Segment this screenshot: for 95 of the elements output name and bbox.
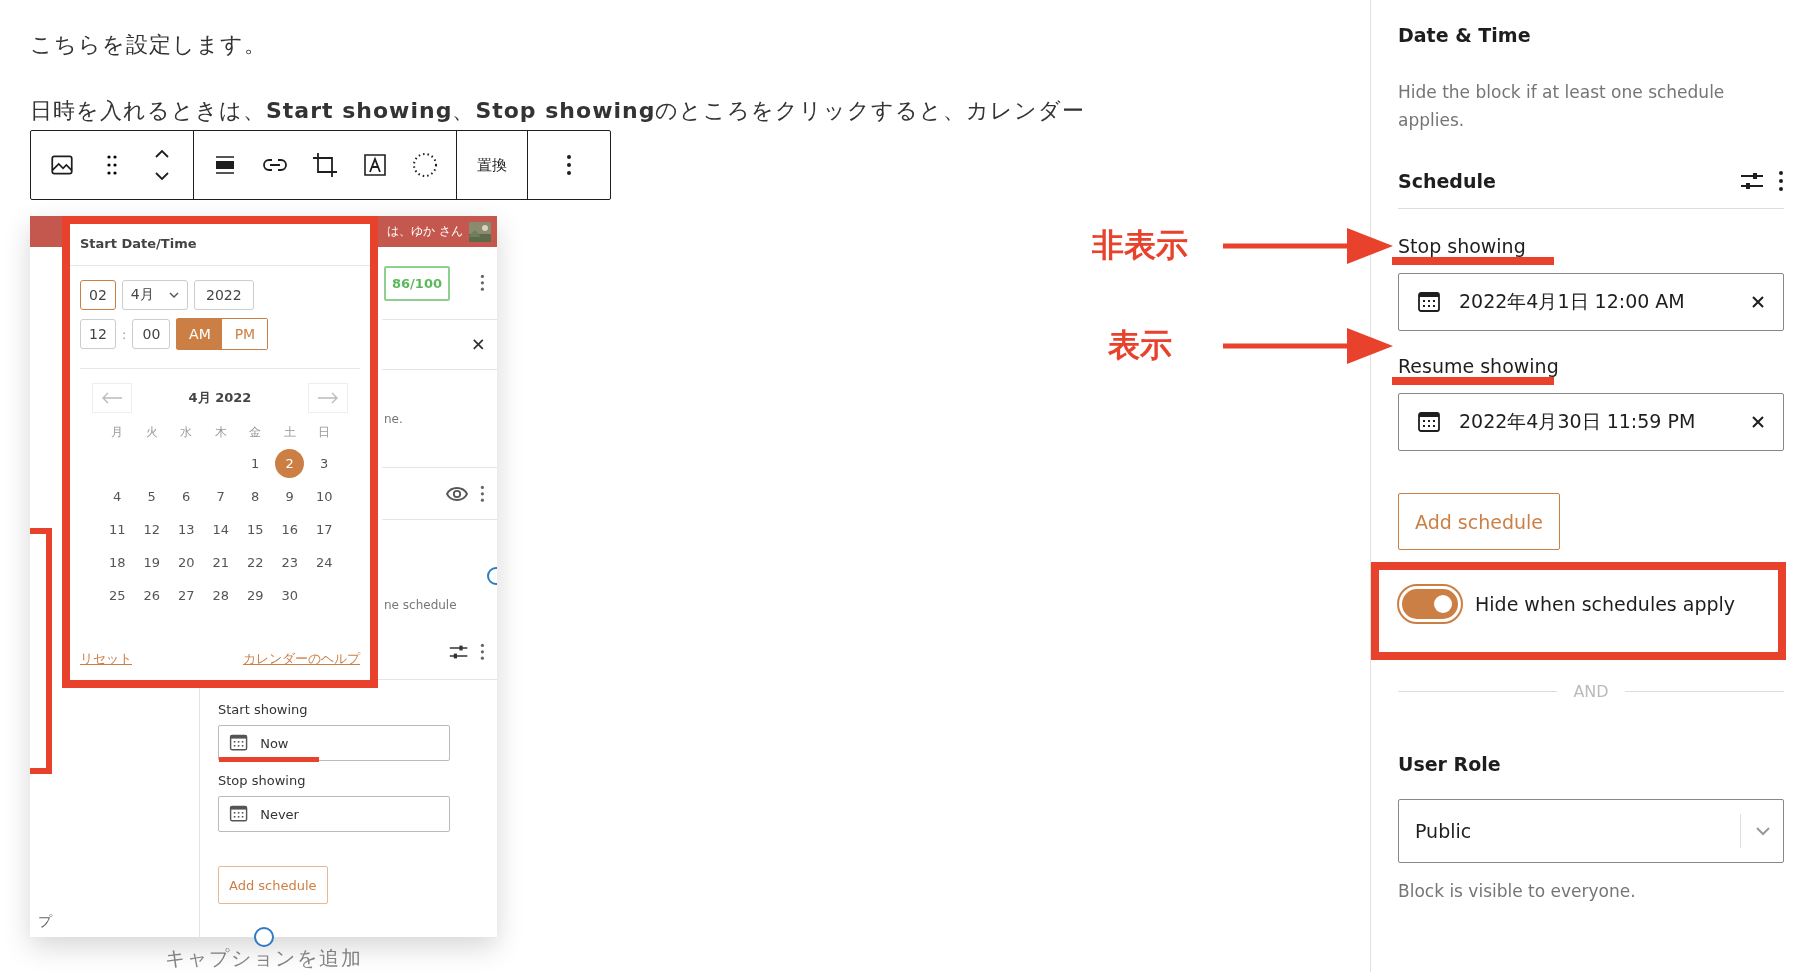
panel-description: Hide the block if at least one schedule applies.: [1398, 81, 1726, 132]
image-icon[interactable]: [49, 152, 75, 178]
chevron-down-icon: [1755, 826, 1771, 836]
role-select[interactable]: Public: [1398, 799, 1784, 863]
calendar-day[interactable]: 1: [240, 449, 270, 478]
panel-title: Date & Time: [1398, 24, 1532, 46]
calendar-day[interactable]: 29: [240, 581, 270, 610]
crop-icon[interactable]: [311, 151, 339, 179]
annotation-label: 非表示: [1091, 225, 1189, 266]
close-icon[interactable]: [1751, 415, 1765, 429]
weekday-label: 月: [110, 424, 125, 441]
calendar-day[interactable]: 13: [171, 515, 201, 544]
greeting-text: は、ゆか さん: [387, 223, 463, 240]
weekday-label: 火: [144, 424, 159, 441]
calendar-day[interactable]: 16: [275, 515, 305, 544]
section-heading: Schedule: [1398, 170, 1496, 192]
calendar-day[interactable]: 26: [137, 581, 167, 610]
calendar-day[interactable]: 3: [309, 449, 339, 478]
calendar-day[interactable]: 17: [309, 515, 339, 544]
weekday-label: 木: [213, 424, 228, 441]
year-field[interactable]: 2022: [193, 280, 254, 310]
calendar-day[interactable]: 22: [240, 548, 270, 577]
arrow-right-icon: [317, 392, 339, 404]
eye-icon[interactable]: [446, 485, 469, 502]
calendar-day[interactable]: 8: [240, 482, 270, 511]
calendar-day[interactable]: 28: [206, 581, 236, 610]
calendar-day[interactable]: 20: [171, 548, 201, 577]
date-field[interactable]: Never: [218, 796, 450, 832]
calendar-icon: [1417, 410, 1441, 434]
minute-field[interactable]: 00: [132, 319, 171, 349]
more-options-icon[interactable]: [1778, 170, 1784, 192]
day-field[interactable]: 02: [80, 280, 116, 310]
popover-title: Start Date/Time: [70, 224, 370, 266]
calendar-day[interactable]: 11: [102, 515, 132, 544]
notice-text: ne.: [384, 411, 403, 426]
calendar-icon: [229, 804, 249, 824]
calendar-day[interactable]: 10: [309, 482, 339, 511]
help-text: Block is visible to everyone.: [1398, 881, 1637, 901]
weekday-label: 土: [282, 424, 297, 441]
calendar-icon: [229, 733, 249, 753]
calendar-day[interactable]: 5: [137, 482, 167, 511]
calendar-day[interactable]: 18: [102, 548, 132, 577]
dotted-circle-icon[interactable]: [412, 152, 438, 178]
calendar-day[interactable]: 4: [102, 482, 132, 511]
hour-field[interactable]: 12: [80, 319, 116, 349]
field-label: Resume showing: [1398, 355, 1559, 377]
text-frame-icon[interactable]: [362, 152, 388, 178]
paragraph: こちらを設定します。: [30, 31, 268, 59]
date-field[interactable]: Now: [218, 725, 450, 761]
weekday-label: 水: [179, 424, 194, 441]
date-field[interactable]: 2022年4月1日 12:00 AM: [1398, 273, 1784, 331]
calendar-icon: [1417, 290, 1441, 314]
option-text: ne schedule: [384, 598, 457, 612]
calendar-day[interactable]: 19: [137, 548, 167, 577]
calendar-day[interactable]: 15: [240, 515, 270, 544]
arrow-left-icon: [101, 392, 123, 404]
date-field[interactable]: 2022年4月30日 11:59 PM: [1398, 393, 1784, 451]
divider-label: AND: [1573, 682, 1609, 701]
toggle-label: Hide when schedules apply: [1475, 593, 1736, 615]
close-icon[interactable]: [472, 338, 485, 351]
calendar-day[interactable]: 24: [309, 548, 339, 577]
field-label: Start showing: [218, 702, 309, 717]
resize-handle[interactable]: [254, 927, 274, 947]
paragraph: 日時を入れるときは、Start showing、Stop showingのところをクリックすると、カレンダー: [30, 97, 1087, 125]
weekday-label: 日: [317, 424, 332, 441]
time-separator: :: [122, 326, 127, 342]
chevron-down-icon: [168, 292, 179, 298]
full-width-align-icon[interactable]: [213, 153, 237, 177]
field-label: Stop showing: [218, 773, 307, 788]
calendar-day[interactable]: 7: [206, 482, 236, 511]
drag-handle-icon[interactable]: [106, 154, 118, 176]
month-select[interactable]: 4月: [121, 280, 188, 310]
section-heading: User Role: [1398, 753, 1502, 775]
calendar-day[interactable]: 30: [275, 581, 305, 610]
sliders-icon[interactable]: [449, 643, 469, 660]
calendar-day[interactable]: 25: [102, 581, 132, 610]
caption-placeholder[interactable]: キャプションを追加: [30, 945, 497, 972]
replace-button[interactable]: 置換: [457, 131, 527, 199]
calendar-day[interactable]: 9: [275, 482, 305, 511]
calendar-day[interactable]: 14: [206, 515, 236, 544]
annotation-label: 表示: [1107, 325, 1173, 366]
calendar-day[interactable]: 27: [171, 581, 201, 610]
close-icon[interactable]: [1751, 295, 1765, 309]
toggle-switch[interactable]: [1399, 586, 1461, 622]
sidebar-text: プ: [38, 913, 54, 931]
more-options-icon[interactable]: [566, 154, 572, 176]
weekday-label: 金: [248, 424, 263, 441]
calendar-day[interactable]: 6: [171, 482, 201, 511]
score-badge: 86/100: [384, 265, 450, 301]
field-label: Stop showing: [1398, 235, 1526, 257]
calendar-day[interactable]: 21: [206, 548, 236, 577]
calendar-day[interactable]: 23: [275, 548, 305, 577]
month-label: 4月 2022: [188, 389, 252, 407]
calendar-day[interactable]: 12: [137, 515, 167, 544]
sliders-icon[interactable]: [1740, 171, 1764, 191]
